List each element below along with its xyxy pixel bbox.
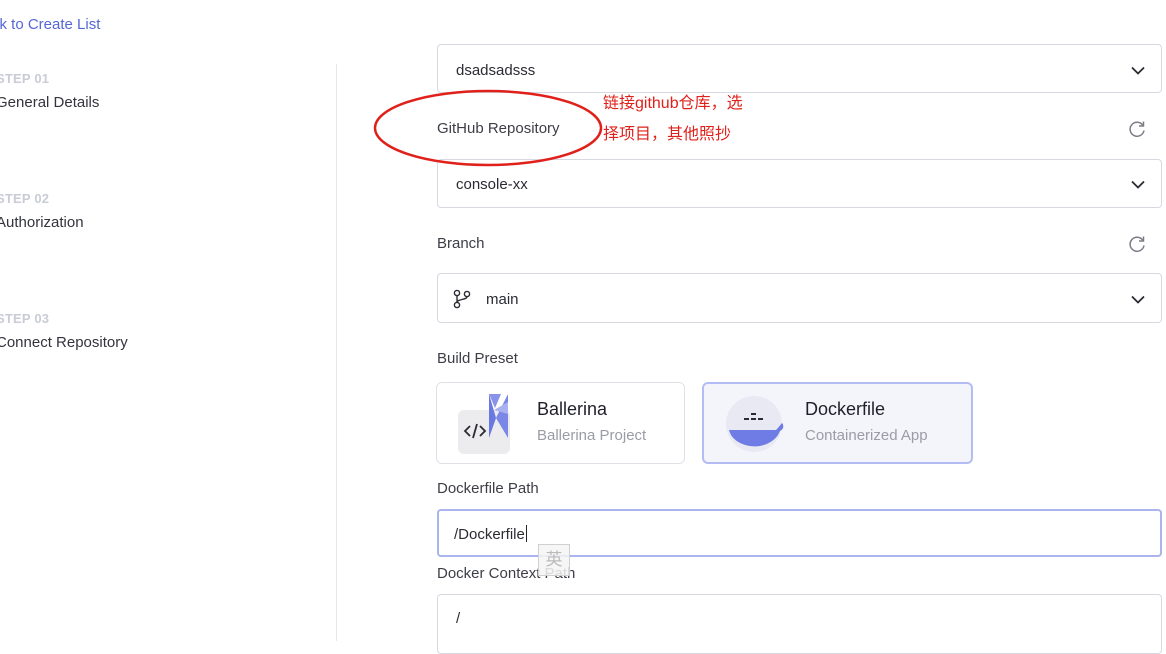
refresh-icon[interactable] xyxy=(1127,119,1147,139)
step-name: General Details xyxy=(0,94,100,111)
annotation-line: 链接github仓库，选 xyxy=(603,95,743,112)
organization-select[interactable]: dsadsadsss xyxy=(437,44,1162,93)
ime-indicator: 英 xyxy=(538,544,570,576)
ballerina-icon xyxy=(458,394,510,454)
chevron-down-icon xyxy=(1131,295,1145,304)
step-number: STEP 03 xyxy=(0,311,50,326)
branch-label: Branch xyxy=(437,235,485,252)
preset-subtitle: Ballerina Project xyxy=(537,427,647,444)
preset-card-dockerfile[interactable]: Dockerfile Containerized App xyxy=(702,382,973,464)
refresh-icon[interactable] xyxy=(1127,234,1147,254)
step-general-details: STEP 01 General Details xyxy=(0,71,99,111)
preset-subtitle: Containerized App xyxy=(805,427,928,444)
branch-select[interactable]: main xyxy=(437,273,1162,323)
github-repository-value: console-xx xyxy=(456,176,528,193)
annotation-line: 择项目，其他照抄 xyxy=(603,126,732,143)
dockerfile-path-value: /Dockerfile xyxy=(454,525,527,543)
dockerfile-path-label: Dockerfile Path xyxy=(437,480,539,497)
step-number: STEP 02 xyxy=(0,191,50,206)
docker-context-path-value: / xyxy=(456,610,461,627)
preset-title: Ballerina xyxy=(537,399,608,419)
chevron-down-icon xyxy=(1131,180,1145,189)
vertical-divider xyxy=(336,64,337,641)
branch-value: main xyxy=(486,291,519,308)
annotation-ellipse xyxy=(373,89,603,167)
annotation-note: 链接github仓库，选 择项目，其他照抄 xyxy=(603,88,781,150)
docker-whale-icon xyxy=(726,396,784,452)
step-number: STEP 01 xyxy=(0,71,50,86)
chevron-down-icon xyxy=(1131,66,1145,75)
step-name: Connect Repository xyxy=(0,334,128,351)
back-to-create-list-link[interactable]: ck to Create List xyxy=(0,16,100,33)
git-branch-icon xyxy=(453,289,471,309)
organization-select-value: dsadsadsss xyxy=(456,62,536,79)
step-connect-repository: STEP 03 Connect Repository xyxy=(0,311,128,351)
preset-card-ballerina[interactable]: Ballerina Ballerina Project xyxy=(436,382,685,464)
step-authorization: STEP 02 Authorization xyxy=(0,191,84,231)
preset-title: Dockerfile xyxy=(805,399,886,419)
build-preset-label: Build Preset xyxy=(437,350,518,367)
text-caret xyxy=(525,525,527,542)
docker-context-path-input[interactable]: / xyxy=(437,594,1162,654)
step-name: Authorization xyxy=(0,214,84,231)
